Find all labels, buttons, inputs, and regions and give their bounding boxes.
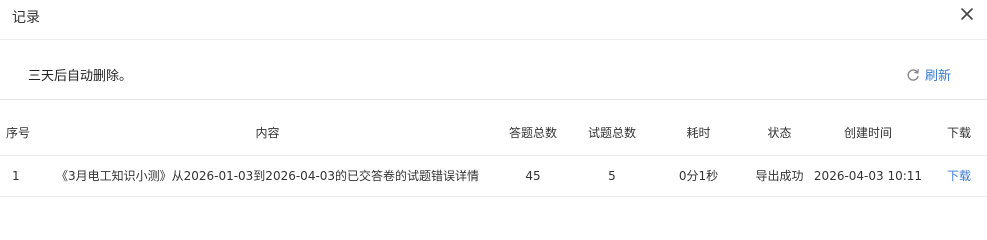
header-content: 内容 — [50, 110, 485, 156]
dialog-title: 记录 — [12, 10, 40, 26]
dialog-header: 记录 — [0, 0, 987, 40]
table-row: 1 《3月电工知识小测》从2026-01-03到2026-04-03的已交答卷的… — [0, 155, 987, 197]
notice-bar: 三天后自动删除。 刷新 — [0, 40, 987, 100]
cell-index: 1 — [0, 155, 50, 197]
cell-created-at: 2026-04-03 10:11 — [805, 155, 931, 197]
header-answer-total: 答题总数 — [485, 110, 581, 156]
header-download: 下载 — [931, 110, 987, 156]
cell-question-total: 5 — [581, 155, 643, 197]
refresh-label: 刷新 — [925, 69, 952, 84]
auto-delete-notice: 三天后自动删除。 — [28, 69, 133, 84]
cell-duration: 0分1秒 — [643, 155, 754, 197]
records-table: 序号 内容 答题总数 试题总数 耗时 状态 创建时间 下载 1 《3月电工知识小… — [0, 110, 987, 197]
header-question-total: 试题总数 — [581, 110, 643, 156]
refresh-button[interactable]: 刷新 — [906, 65, 951, 84]
cell-status: 导出成功 — [754, 155, 805, 197]
header-duration: 耗时 — [643, 110, 754, 156]
cell-download: 下载 — [931, 155, 987, 197]
refresh-icon — [906, 68, 920, 82]
table-header-row: 序号 内容 答题总数 试题总数 耗时 状态 创建时间 下载 — [0, 110, 987, 156]
cell-answer-total: 45 — [485, 155, 581, 197]
cell-content: 《3月电工知识小测》从2026-01-03到2026-04-03的已交答卷的试题… — [50, 155, 485, 197]
close-icon[interactable] — [958, 4, 976, 24]
header-index: 序号 — [0, 110, 50, 156]
download-link[interactable]: 下载 — [947, 169, 971, 183]
header-created-at: 创建时间 — [805, 110, 931, 156]
header-status: 状态 — [754, 110, 805, 156]
